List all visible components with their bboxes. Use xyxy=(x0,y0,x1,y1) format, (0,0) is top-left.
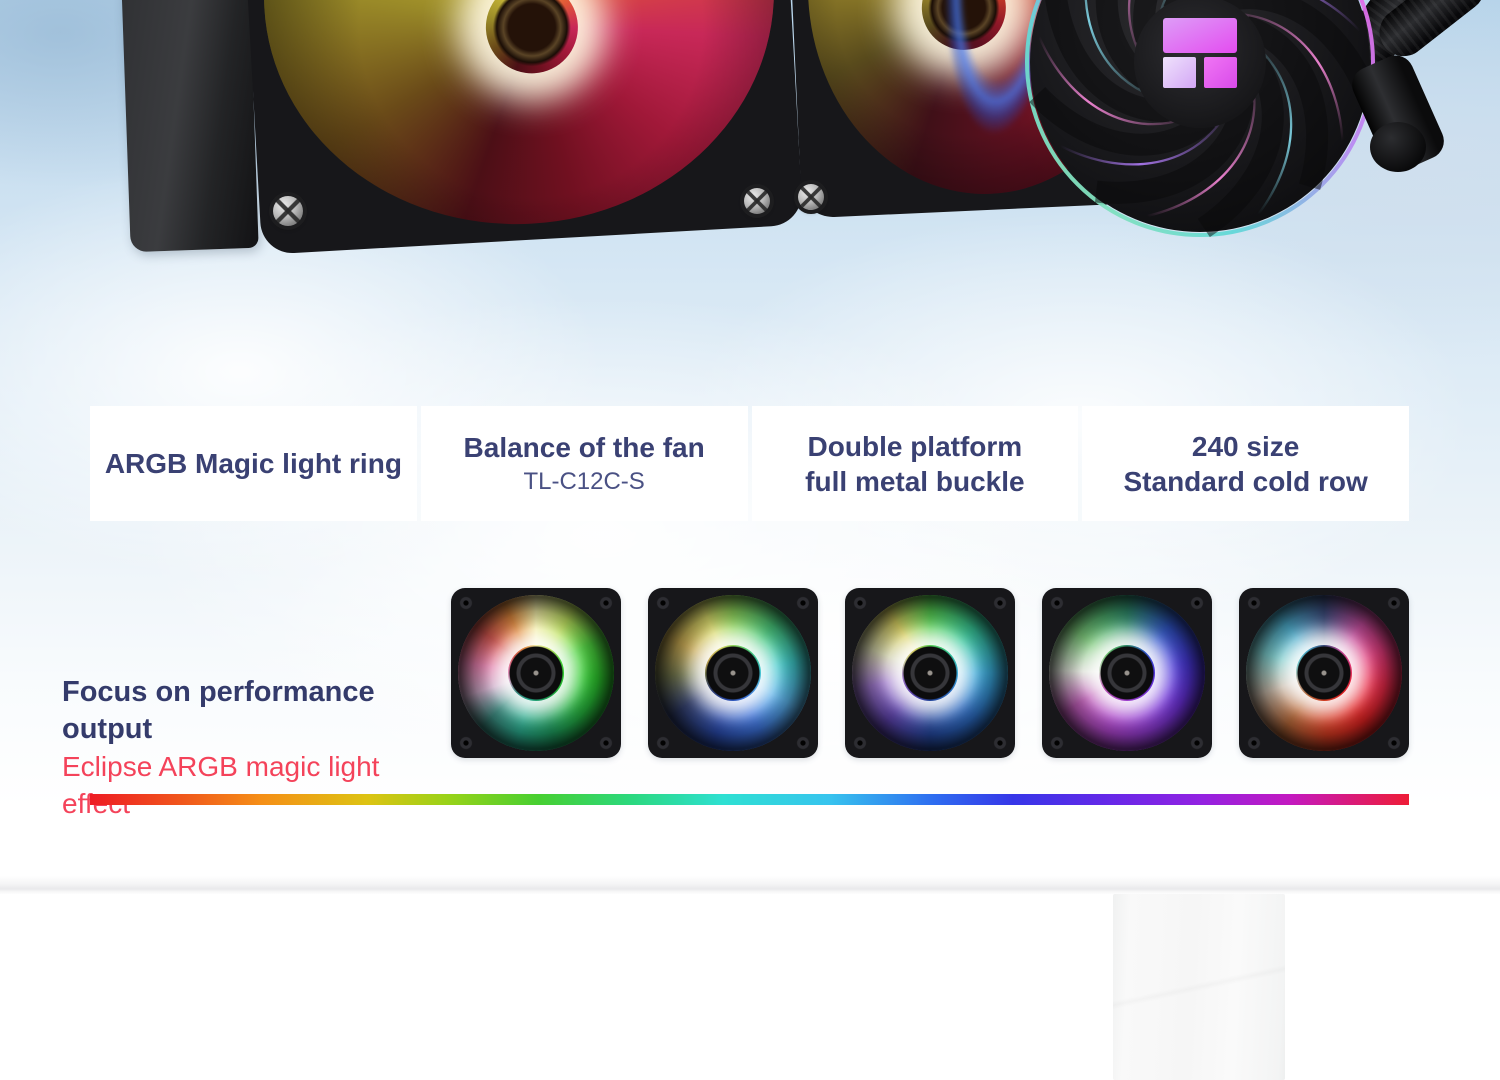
rainbow-divider xyxy=(90,794,1409,805)
fan-glow xyxy=(1246,595,1402,751)
screw-icon xyxy=(273,196,303,226)
feature-box-text: ARGB Magic light ring xyxy=(105,446,402,481)
feature-box-240-size: 240 size Standard cold row xyxy=(1082,406,1409,521)
pump-head xyxy=(1000,0,1400,300)
fan-glow xyxy=(852,595,1008,751)
argb-fan-magenta-red-cyan xyxy=(1239,588,1409,758)
feature-box-text: 240 size xyxy=(1192,429,1299,464)
feature-box-text: Double platform xyxy=(808,429,1023,464)
screw-icon xyxy=(744,188,770,214)
argb-fan-green-blue xyxy=(648,588,818,758)
showcase-subheading: Eclipse ARGB magic light effect xyxy=(62,748,452,822)
feature-box-text: Balance of the fan xyxy=(464,430,705,465)
hero-argb-fan-left xyxy=(235,0,804,255)
argb-fan-green-cyan-blue xyxy=(845,588,1015,758)
fan-glow xyxy=(1049,595,1205,751)
feature-box-argb-ring: ARGB Magic light ring xyxy=(90,406,417,521)
showcase-heading: Focus on performance output xyxy=(62,674,452,748)
feature-box-row: ARGB Magic light ring Balance of the fan… xyxy=(90,406,1409,521)
argb-fan-green-red xyxy=(451,588,621,758)
screw-icon xyxy=(798,184,824,210)
feature-box-text: Standard cold row xyxy=(1124,464,1368,499)
section-divider xyxy=(0,876,1500,894)
feature-box-fan-balance: Balance of the fan TL-C12C-S xyxy=(421,406,748,521)
fan-glow xyxy=(458,595,614,751)
tube-fitting-cap xyxy=(1370,122,1426,172)
feature-box-text: full metal buckle xyxy=(805,464,1024,499)
argb-fan-blue-violet-magenta xyxy=(1042,588,1212,758)
page-canvas: ARGB Magic light ring Balance of the fan… xyxy=(0,0,1500,1080)
radiator xyxy=(121,0,258,252)
next-section-product-edge xyxy=(1113,894,1285,1080)
argb-fan-row xyxy=(451,588,1409,758)
feature-box-subtext: TL-C12C-S xyxy=(523,465,644,498)
feature-box-metal-buckle: Double platform full metal buckle xyxy=(752,406,1079,521)
fan-glow xyxy=(655,595,811,751)
